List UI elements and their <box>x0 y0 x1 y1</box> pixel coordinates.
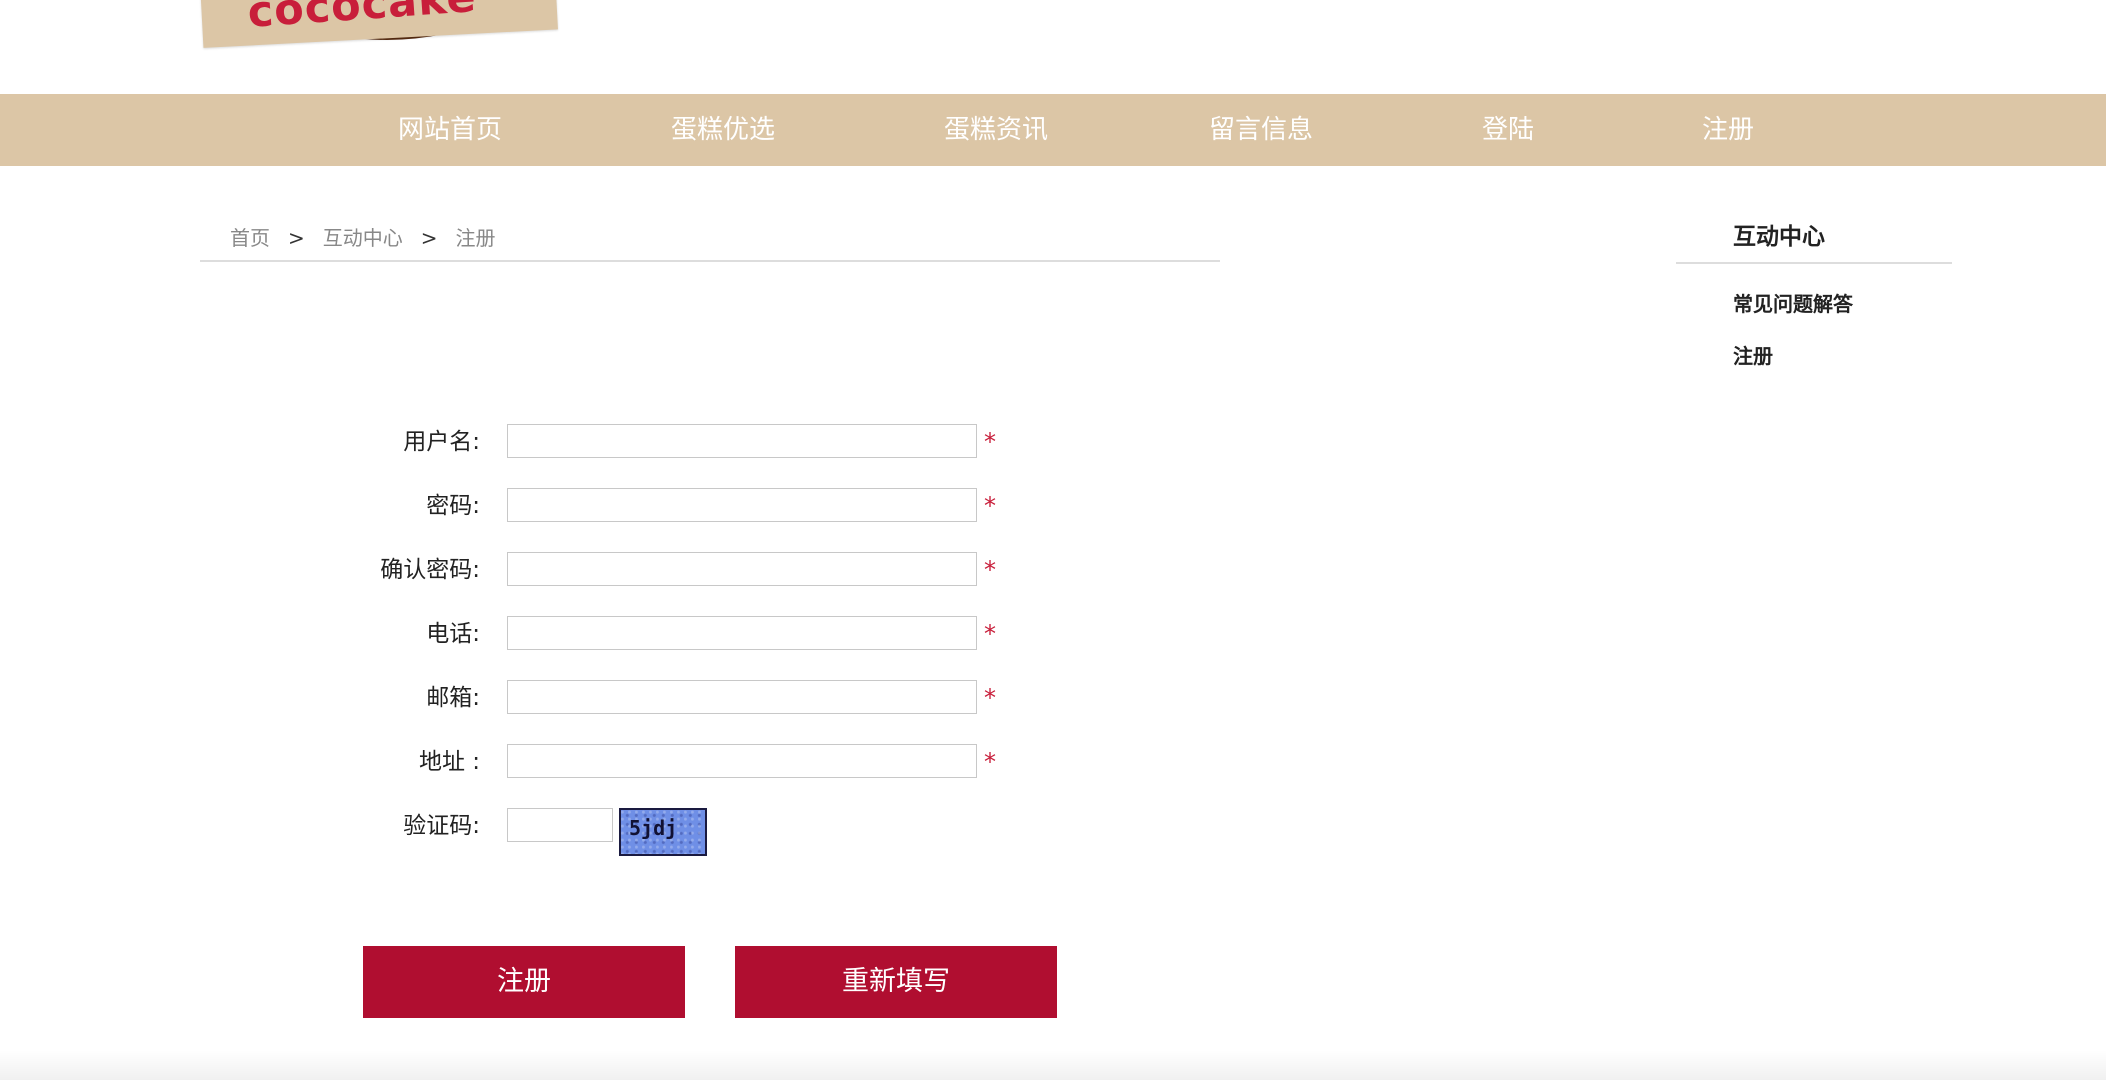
main-nav: 网站首页 蛋糕优选 蛋糕资讯 留言信息 登陆 注册 <box>0 94 2106 166</box>
nav-item-messages[interactable]: 留言信息 <box>1171 94 1351 166</box>
address-input[interactable] <box>507 744 977 778</box>
breadcrumb-home[interactable]: 首页 <box>230 222 270 251</box>
nav-item-cake-selection[interactable]: 蛋糕优选 <box>633 94 813 166</box>
page: cococake 网站首页 蛋糕优选 蛋糕资讯 留言信息 登陆 注册 首页 > 互动… <box>0 0 2106 1080</box>
confirm-password-input[interactable] <box>507 552 977 586</box>
required-mark: * <box>984 748 996 776</box>
bottom-shadow <box>0 1050 2106 1080</box>
form-row-password: 密码: * <box>0 486 1100 526</box>
password-input[interactable] <box>507 488 977 522</box>
nav-item-cake-news[interactable]: 蛋糕资讯 <box>906 94 1086 166</box>
password-label: 密码: <box>426 493 480 519</box>
email-input[interactable] <box>507 680 977 714</box>
form-row-captcha: 验证码: 5jdj <box>0 806 1100 862</box>
reset-form-button[interactable]: 重新填写 <box>735 946 1057 1018</box>
site-logo[interactable]: cococake <box>200 0 560 90</box>
required-mark: * <box>984 428 996 456</box>
username-label: 用户名: <box>403 429 480 455</box>
required-mark: * <box>984 556 996 584</box>
required-mark: * <box>984 684 996 712</box>
phone-input[interactable] <box>507 616 977 650</box>
breadcrumb-trail: 首页 > 互动中心 > 注册 <box>230 222 496 251</box>
required-mark: * <box>984 492 996 520</box>
nav-item-register[interactable]: 注册 <box>1668 94 1788 166</box>
form-row-confirm-password: 确认密码: * <box>0 550 1100 590</box>
breadcrumb: 首页 > 互动中心 > 注册 <box>200 212 1220 262</box>
captcha-input[interactable] <box>507 808 613 842</box>
form-row-email: 邮箱: * <box>0 678 1100 718</box>
breadcrumb-section[interactable]: 互动中心 <box>323 222 403 251</box>
required-mark: * <box>984 620 996 648</box>
breadcrumb-separator: > <box>288 226 305 250</box>
phone-label: 电话: <box>426 621 480 647</box>
nav-item-login[interactable]: 登陆 <box>1448 94 1568 166</box>
form-row-username: 用户名: * <box>0 422 1100 462</box>
form-row-phone: 电话: * <box>0 614 1100 654</box>
breadcrumb-separator: > <box>420 226 438 250</box>
captcha-image[interactable]: 5jdj <box>619 808 707 856</box>
captcha-label: 验证码: <box>403 813 480 839</box>
username-input[interactable] <box>507 424 977 458</box>
breadcrumb-current: 注册 <box>455 226 496 250</box>
email-label: 邮箱: <box>426 685 480 711</box>
nav-item-home[interactable]: 网站首页 <box>360 94 540 166</box>
sidebar: 互动中心 常见问题解答 注册 <box>1676 212 1952 382</box>
sidebar-item-register[interactable]: 注册 <box>1676 330 1952 382</box>
address-label: 地址 : <box>418 749 480 775</box>
form-row-address: 地址 : * <box>0 742 1100 782</box>
sidebar-title: 互动中心 <box>1676 212 1952 264</box>
confirm-password-label: 确认密码: <box>380 557 480 583</box>
submit-register-button[interactable]: 注册 <box>363 946 685 1018</box>
sidebar-item-faq[interactable]: 常见问题解答 <box>1676 278 1952 330</box>
